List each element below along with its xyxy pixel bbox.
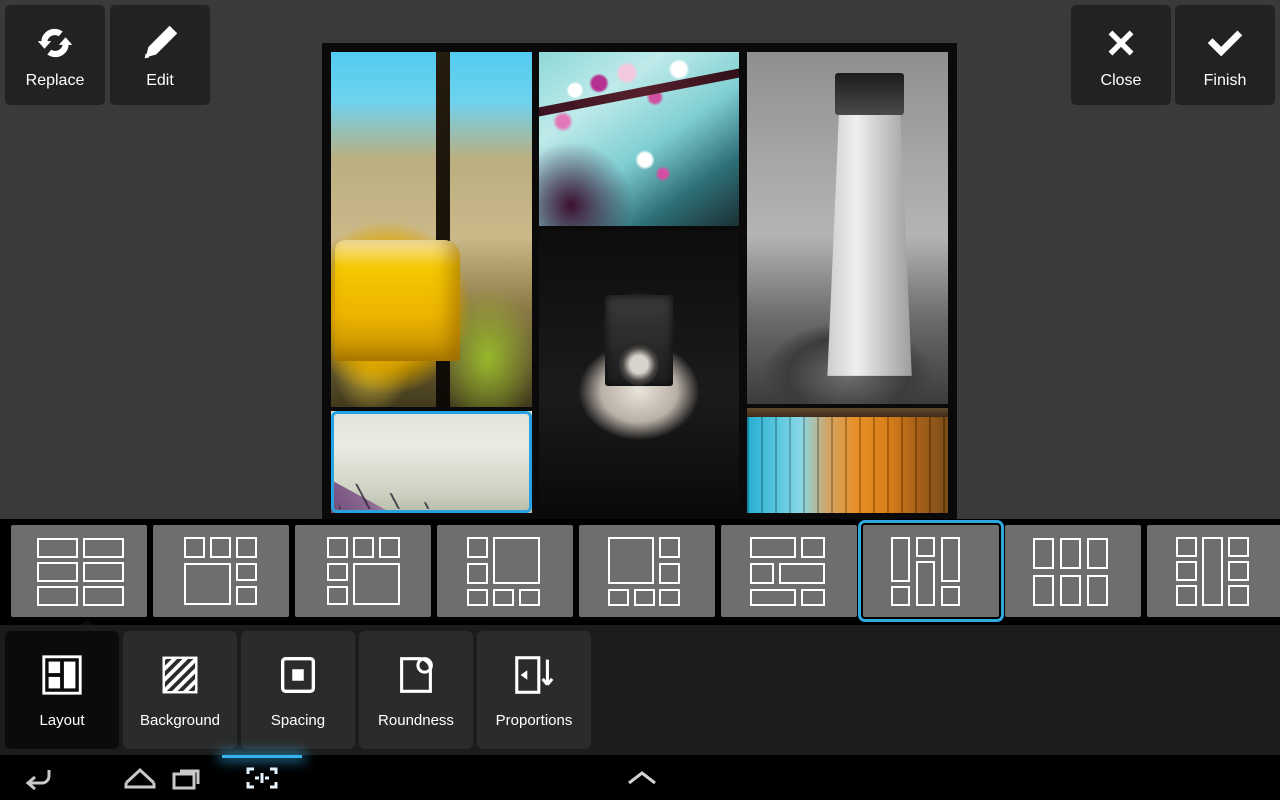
hatch-pattern-icon [162,656,198,693]
layout-thumb-5[interactable] [579,525,715,617]
replace-button[interactable]: Replace [5,5,105,105]
mode-spacing[interactable]: Spacing [241,631,355,749]
mode-proportions[interactable]: Proportions [477,631,591,749]
wooden-doors-image [747,408,948,513]
inset-square-icon [280,656,316,693]
edit-button[interactable]: Edit [110,5,210,105]
beach-pier-image [331,411,532,513]
mode-background-label: Background [139,711,221,729]
checkmark-icon [1207,30,1243,57]
layout-grid-icon [42,654,82,695]
photo-vintage-camera[interactable] [539,230,739,513]
mode-layout-label: Layout [39,711,85,729]
system-navigation-bar: P 4:10 PM [0,755,1280,800]
layout-thumbnail-strip[interactable] [0,519,1280,625]
photo-lighthouse[interactable] [747,52,948,404]
layout-thumb-1[interactable] [11,525,147,617]
yellow-van-image [331,52,532,407]
home-icon[interactable] [120,763,160,793]
mode-roundness[interactable]: Roundness [359,631,473,749]
replace-arrows-icon [37,28,73,58]
mode-bar: Layout Background Spacing Roundness Prop… [0,625,1280,755]
finish-button-label: Finish [1203,72,1247,89]
photo-wooden-doors[interactable] [747,408,948,513]
layout-thumb-2[interactable] [153,525,289,617]
layout-thumb-9[interactable] [1147,525,1280,617]
layout-thumb-8[interactable] [1005,525,1141,617]
edit-button-label: Edit [146,72,174,89]
replace-button-label: Replace [25,72,85,89]
vintage-camera-image [539,230,739,513]
photo-yellow-van[interactable] [331,52,532,407]
pencil-icon [144,25,178,59]
rounded-corner-icon [400,656,433,693]
close-button-label: Close [1100,72,1142,89]
finish-button[interactable]: Finish [1175,5,1275,105]
mode-spacing-label: Spacing [270,711,326,729]
lighthouse-image [747,52,948,404]
layout-thumb-6[interactable] [721,525,857,617]
close-x-icon [1108,30,1134,56]
mode-proportions-label: Proportions [495,711,573,729]
chevron-up-icon[interactable] [620,763,664,793]
recent-apps-icon[interactable] [168,763,208,793]
resize-arrows-icon [515,655,554,694]
mode-layout[interactable]: Layout [5,631,119,749]
layout-thumb-7[interactable] [858,520,1004,622]
layout-thumb-4[interactable] [437,525,573,617]
back-arrow-icon[interactable] [18,763,58,793]
mode-background[interactable]: Background [123,631,237,749]
screenshot-active-indicator [222,755,302,758]
collage-editor-app: Replace Edit Close Finish Layout Backgro… [0,0,1280,800]
collage-canvas[interactable] [322,43,957,522]
photo-cherry-blossom[interactable] [539,52,739,226]
cherry-blossom-image [539,52,739,226]
photo-beach-pier[interactable] [331,411,532,513]
layout-thumb-3[interactable] [295,525,431,617]
close-button[interactable]: Close [1071,5,1171,105]
mode-roundness-label: Roundness [378,711,454,729]
screenshot-capture-icon[interactable] [242,763,282,793]
